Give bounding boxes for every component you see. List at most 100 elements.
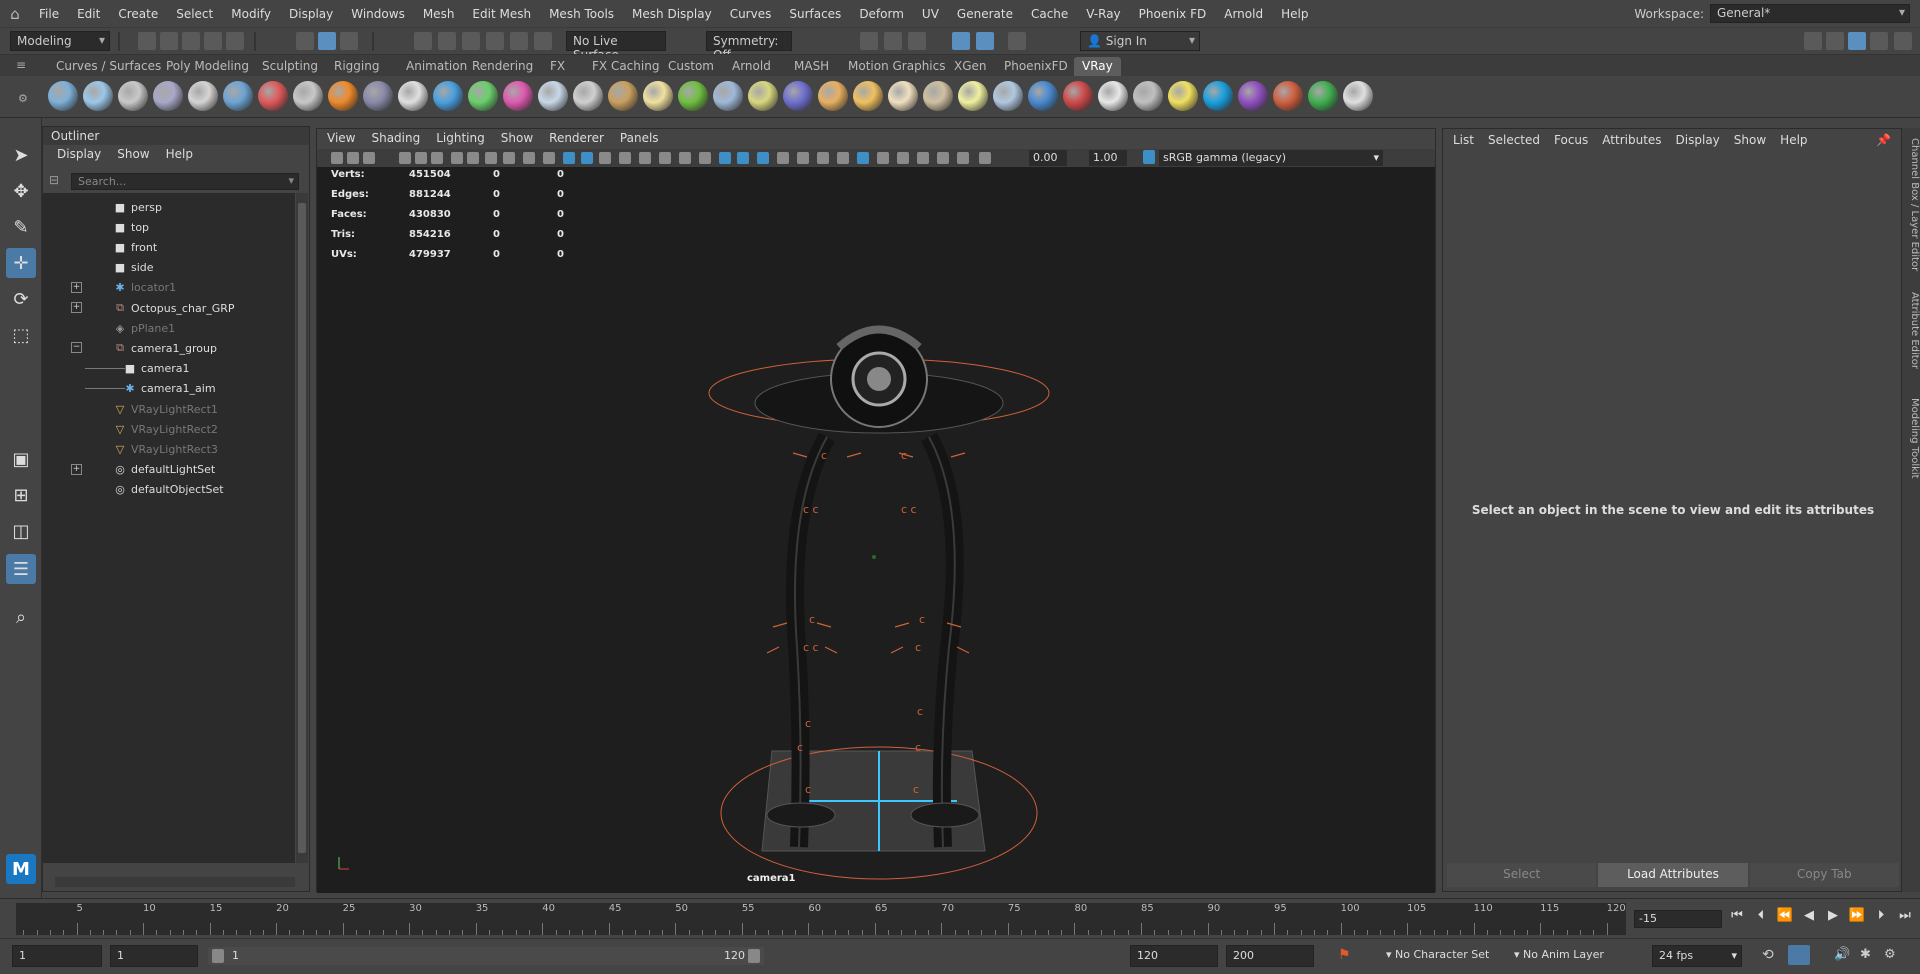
outliner-vertical-scrollbar[interactable] [296, 193, 308, 863]
shelf-tool-icon[interactable] [48, 81, 78, 111]
select-hierarchy-icon[interactable] [296, 32, 314, 50]
gamma-field[interactable]: 1.00 [1089, 150, 1127, 166]
menu-mesh-display[interactable]: Mesh Display [623, 7, 721, 21]
shelf-menu-icon[interactable]: ≡ [16, 58, 26, 72]
shelf-tool-icon[interactable] [713, 81, 743, 111]
shelf-tab-sculpting[interactable]: Sculpting [254, 57, 326, 77]
viewport-menu-show[interactable]: Show [501, 131, 533, 147]
viewport-tool-icon[interactable] [957, 152, 969, 164]
viewport-tool-icon[interactable] [917, 152, 929, 164]
shelf-tool-icon[interactable] [293, 81, 323, 111]
range-end-handle[interactable] [748, 949, 760, 963]
shelf-tool-icon[interactable] [1273, 81, 1303, 111]
shelf-tool-icon[interactable] [888, 81, 918, 111]
expand-toggle-icon[interactable]: + [71, 281, 82, 293]
viewport-tool-icon[interactable] [543, 152, 555, 164]
outliner-item-camera1-group[interactable]: − ⧉ camera1_group [43, 338, 295, 358]
vray-render-icon[interactable] [952, 32, 970, 50]
viewport-menu-view[interactable]: View [327, 131, 355, 147]
shelf-tab-motion-graphics[interactable]: Motion Graphics [840, 57, 954, 77]
mode-dropdown[interactable]: Modeling [10, 31, 110, 51]
shelf-tool-icon[interactable] [748, 81, 778, 111]
outliner-item-front[interactable]: ■ front [43, 237, 295, 257]
menu-mesh[interactable]: Mesh [414, 7, 464, 21]
viewport-tool-icon[interactable] [897, 152, 909, 164]
menu-generate[interactable]: Generate [948, 7, 1022, 21]
expand-toggle-icon[interactable]: + [71, 302, 82, 313]
outliner-item-defaultlightset[interactable]: + ◎ defaultLightSet [43, 460, 295, 480]
shelf-tab-phoenixfd[interactable]: PhoenixFD [996, 57, 1076, 77]
viewport-tool-icon[interactable] [523, 152, 535, 164]
outliner-layout-icon[interactable]: ☰ [6, 554, 36, 584]
attr-menu-help[interactable]: Help [1780, 133, 1807, 147]
menu-uv[interactable]: UV [913, 7, 948, 21]
viewport-tool-icon[interactable] [777, 152, 789, 164]
live-surface-field[interactable]: No Live Surface [566, 31, 666, 62]
viewport-tool-icon[interactable] [599, 152, 611, 164]
shelf-tool-icon[interactable] [853, 81, 883, 111]
filter-icon[interactable]: ⊟ [49, 173, 65, 189]
viewport-tool-icon[interactable] [679, 152, 691, 164]
select-object-icon[interactable] [318, 32, 336, 50]
load-attributes-button[interactable]: Load Attributes [1598, 863, 1748, 887]
shelf-tool-icon[interactable] [1063, 81, 1093, 111]
scale-tool-icon[interactable]: ⬚ [6, 320, 36, 350]
play-forwards-icon[interactable]: ▶ [1824, 908, 1842, 928]
side-tab-channel-box-layer-editor[interactable]: Channel Box / Layer Editor [1902, 138, 1920, 271]
character-icon[interactable]: ✱ [1860, 947, 1871, 962]
ipr-icon[interactable] [884, 32, 902, 50]
shelf-tool-icon[interactable] [188, 81, 218, 111]
copy-tab-button[interactable]: Copy Tab [1749, 863, 1899, 887]
menu-arnold[interactable]: Arnold [1215, 7, 1272, 21]
shelf-tab-arnold[interactable]: Arnold [724, 57, 779, 77]
snap-edge-icon[interactable] [534, 32, 552, 50]
viewport-tool-icon[interactable] [857, 152, 869, 164]
select-button[interactable]: Select [1447, 863, 1597, 887]
go-to-start-icon[interactable]: ⏮ [1728, 908, 1746, 928]
outliner-item-octopus-char-grp[interactable]: + ⧉ Octopus_char_GRP [43, 298, 295, 318]
shelf-tool-icon[interactable] [83, 81, 113, 111]
shelf-tool-icon[interactable] [153, 81, 183, 111]
symmetry-field[interactable]: Symmetry: Off [706, 31, 792, 62]
play-backwards-icon[interactable]: ◀ [1800, 908, 1818, 928]
color-space-dropdown[interactable]: sRGB gamma (legacy) ▾ [1159, 150, 1383, 166]
color-management-icon[interactable] [1143, 150, 1155, 164]
viewport-tool-icon[interactable] [467, 152, 479, 164]
shelf-tool-icon[interactable] [468, 81, 498, 111]
shelf-tab-vray[interactable]: VRay [1074, 57, 1121, 77]
side-tab-modeling-toolkit[interactable]: Modeling Toolkit [1902, 398, 1920, 479]
shelf-tool-icon[interactable] [363, 81, 393, 111]
shelf-tool-icon[interactable] [958, 81, 988, 111]
channel-box-toggle-icon[interactable] [1894, 32, 1912, 50]
go-to-end-icon[interactable]: ⏭ [1896, 908, 1914, 928]
shelf-tab-mash[interactable]: MASH [786, 57, 837, 77]
viewport-tool-icon[interactable] [399, 152, 411, 164]
attribute-editor-toggle-icon[interactable] [1848, 32, 1866, 50]
redo-icon[interactable] [226, 32, 244, 50]
preferences-icon[interactable]: ⚙ [1884, 947, 1896, 962]
menu-create[interactable]: Create [109, 7, 167, 21]
outliner-item-side[interactable]: ■ side [43, 258, 295, 278]
viewport-tool-icon[interactable] [331, 152, 343, 164]
snap-curve-icon[interactable] [438, 32, 456, 50]
scroll-thumb[interactable] [298, 203, 306, 853]
move-tool-icon[interactable]: ✛ [6, 248, 36, 278]
viewport-tool-icon[interactable] [563, 152, 575, 164]
viewport-tool-icon[interactable] [737, 152, 749, 164]
character-set-dropdown[interactable]: ▾ No Character Set [1380, 945, 1498, 967]
side-tab-attribute-editor[interactable]: Attribute Editor [1902, 292, 1920, 369]
expand-toggle-icon[interactable]: + [71, 463, 82, 475]
animation-start-field[interactable]: 1 [12, 945, 102, 967]
viewport-tool-icon[interactable] [699, 152, 711, 164]
outliner-item-vraylightrect1[interactable]: ▽ VRayLightRect1 [43, 399, 295, 419]
shelf-tool-icon[interactable] [1238, 81, 1268, 111]
outliner-item-camera1-aim[interactable]: ✱ camera1_aim [43, 379, 295, 399]
menu-windows[interactable]: Windows [342, 7, 414, 21]
outliner-menu-show[interactable]: Show [117, 147, 149, 163]
shelf-tool-icon[interactable] [1308, 81, 1338, 111]
viewport-tool-icon[interactable] [979, 152, 991, 164]
shelf-tab-fx[interactable]: FX [542, 57, 573, 77]
viewport-tool-icon[interactable] [817, 152, 829, 164]
rotate-tool-icon[interactable]: ⟳ [6, 284, 36, 314]
shelf-tab-curves-surfaces[interactable]: Curves / Surfaces [48, 57, 169, 77]
